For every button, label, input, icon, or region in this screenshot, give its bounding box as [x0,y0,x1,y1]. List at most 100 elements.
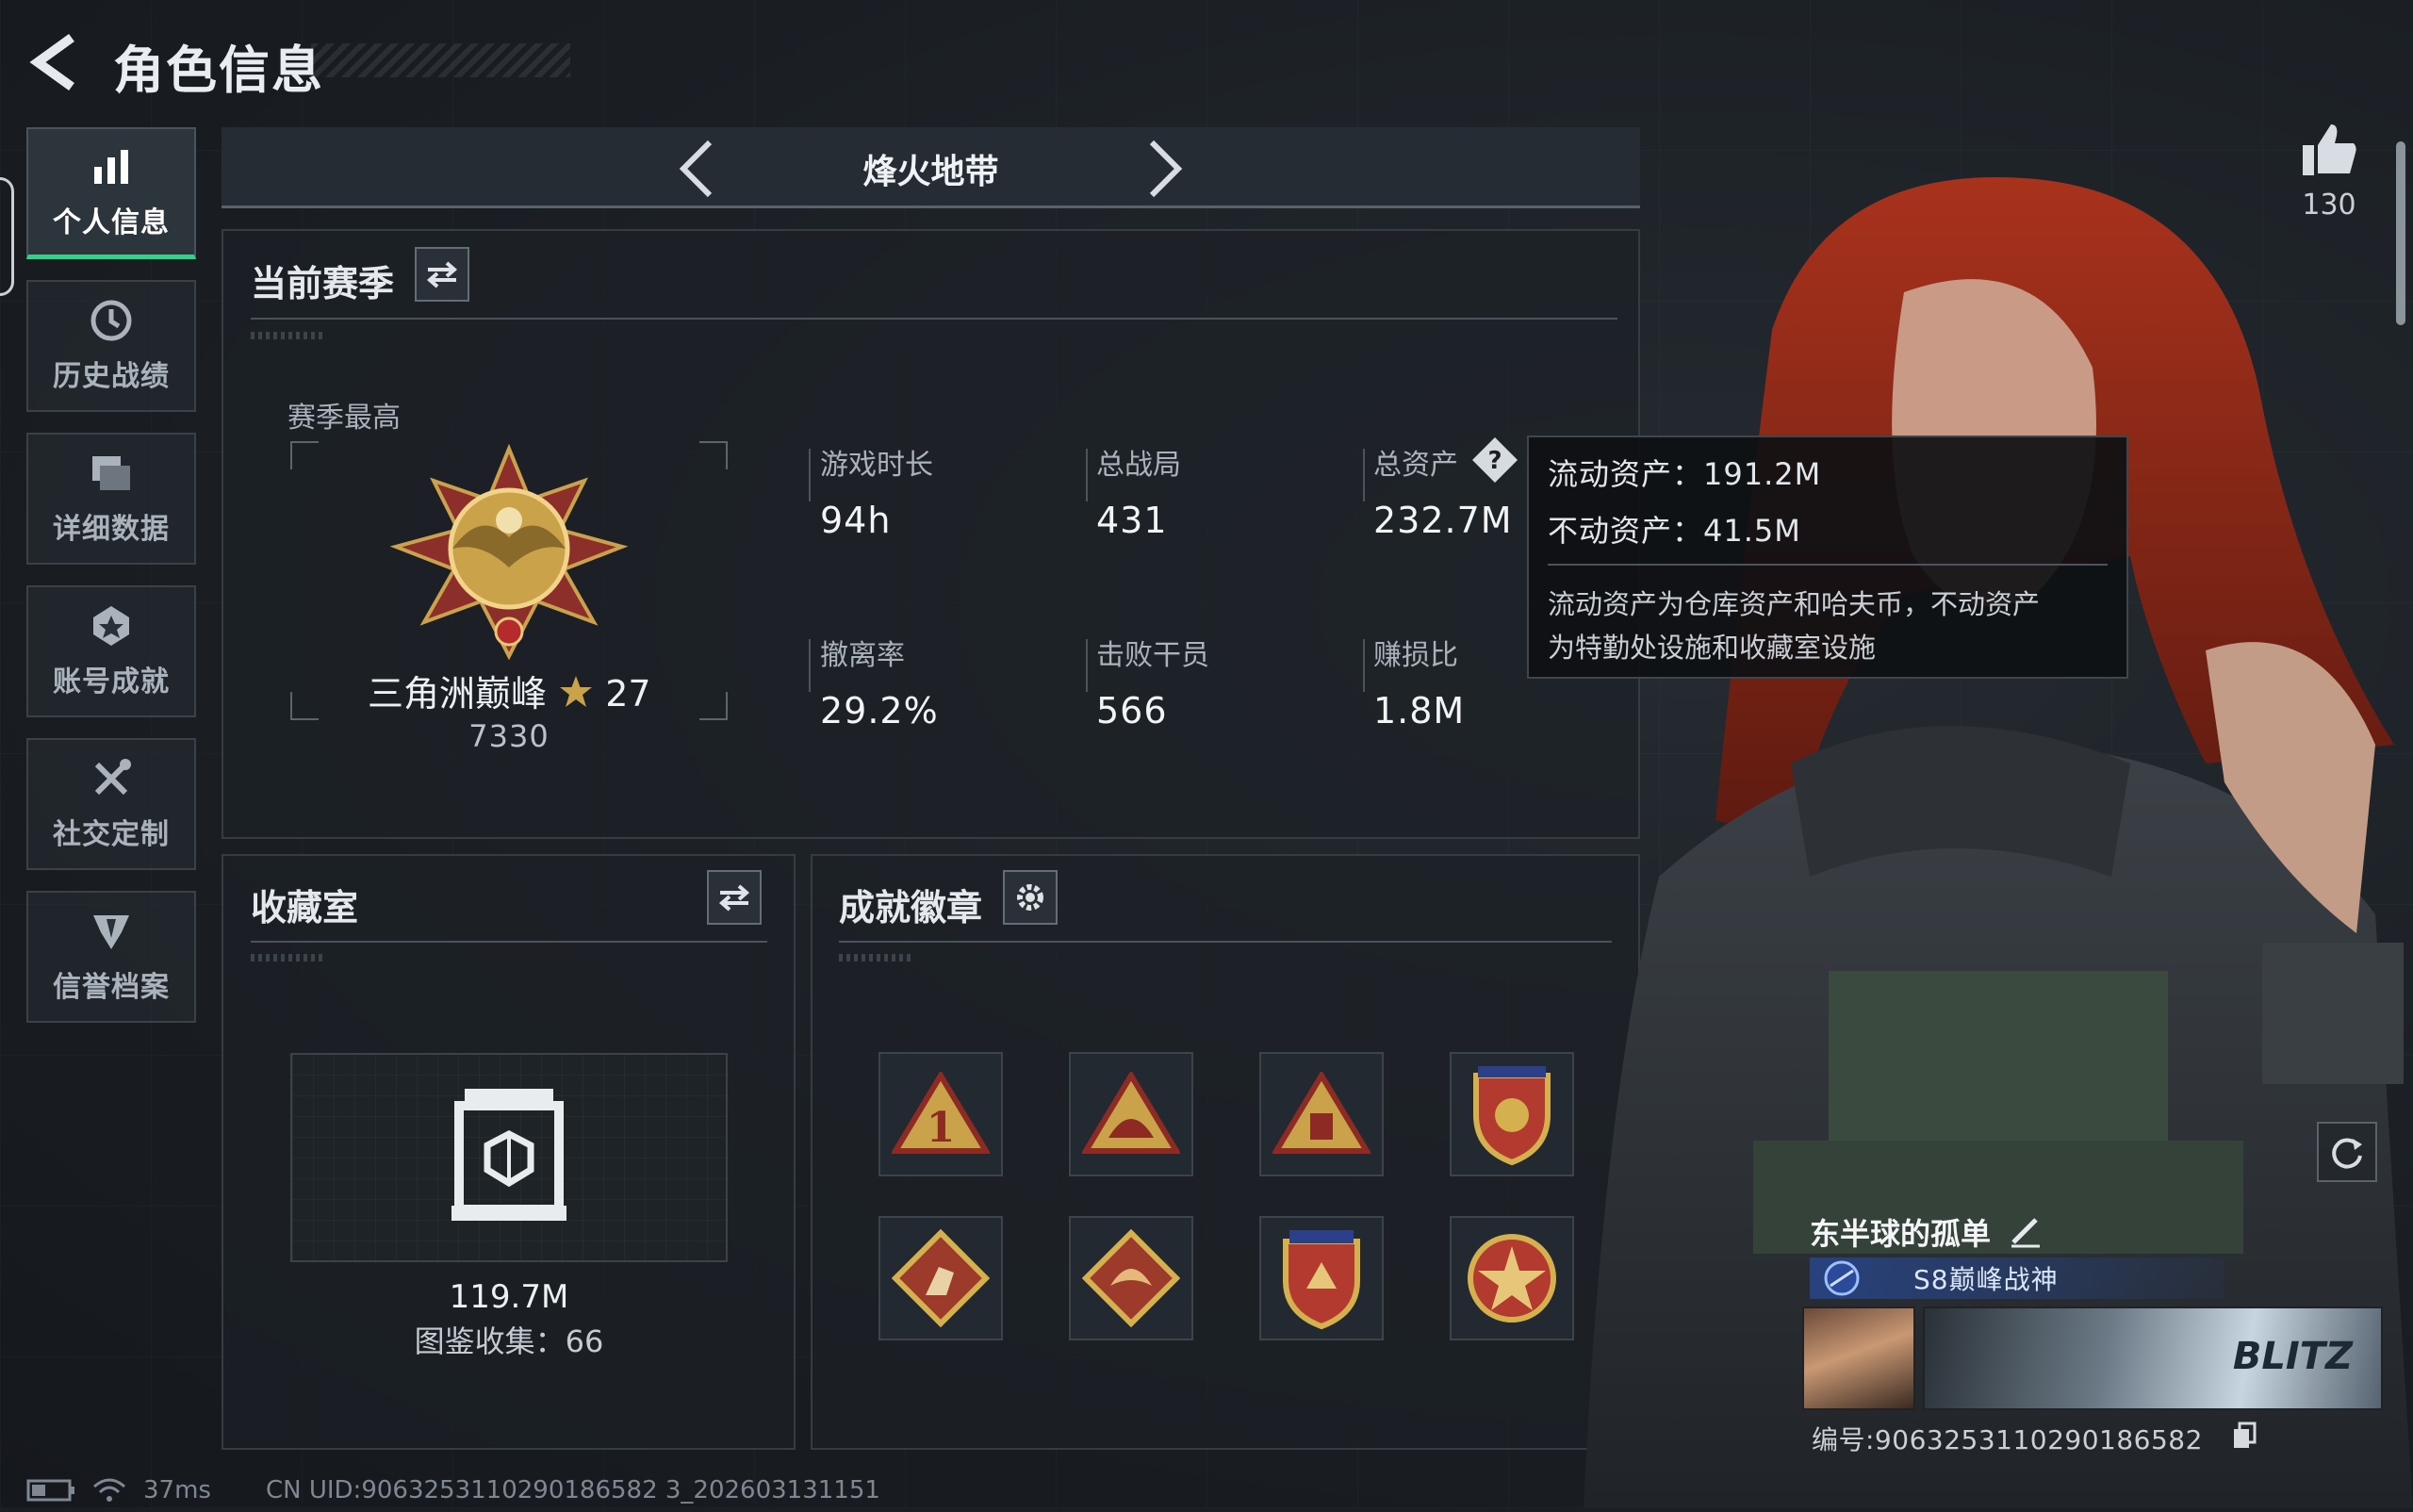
svg-text:?: ? [1487,447,1502,475]
player-name: 东半球的孤单 [1810,1216,1992,1252]
tooltip-liquid-assets: 流动资产：191.2M [1548,456,1822,492]
badge-7[interactable] [1259,1216,1384,1340]
back-arrow-icon[interactable] [26,32,83,92]
stat-value: 1.8M [1373,690,1466,731]
collection-swap-button[interactable] [707,870,762,925]
mode-label: 烽火地带 [862,153,999,191]
season-swap-button[interactable] [415,247,469,302]
thumbs-up-icon [2303,124,2356,175]
collection-preview[interactable] [290,1053,728,1262]
stat-label: 击败干员 [1096,639,1209,672]
sidebar-item-history[interactable]: 历史战绩 [26,280,196,412]
badges-divider [839,941,1612,943]
badge-2[interactable] [1069,1052,1193,1176]
rank-score: 7330 [468,718,550,754]
stat-label: 总战局 [1096,449,1181,482]
tooltip-fixed-assets: 不动资产：41.5M [1548,513,1801,549]
stat-play-time: 游戏时长 94h [820,441,933,541]
stat-kills: 击败干员 566 [1096,632,1209,731]
stat-value: 232.7M [1373,500,1513,541]
sidebar-item-label: 社交定制 [53,818,170,851]
badges-settings-button[interactable] [1003,870,1058,925]
collection-title: 收藏室 [251,887,359,929]
swap-icon [426,261,458,288]
stat-divider [1363,639,1365,692]
sidebar-item-credit[interactable]: 信誉档案 [26,891,196,1023]
sidebar: 个人信息 历史战绩 详细数据 账号成就 社交定制 信誉档案 [26,127,200,1044]
stat-label: 赚损比 [1373,639,1458,672]
sidebar-item-achievements[interactable]: 账号成就 [26,585,196,717]
shield-badge-icon [1473,1066,1551,1166]
side-tab-marker [0,177,14,296]
page-title: 角色信息 [113,41,324,100]
sidebar-item-label: 历史战绩 [53,360,170,393]
wifi-icon [93,1478,125,1502]
sidebar-item-details[interactable]: 详细数据 [26,433,196,565]
display-case-icon [448,1085,570,1230]
folder-icon [89,451,134,496]
swap-icon [718,884,750,912]
badge-5[interactable] [878,1216,1003,1340]
sidebar-item-social[interactable]: 社交定制 [26,738,196,870]
next-mode-arrow-icon[interactable] [1141,139,1188,199]
bar-chart-icon [89,144,134,189]
badge-6[interactable] [1069,1216,1193,1340]
rank-name: 三角洲巅峰 27 [368,665,651,718]
triangle-bag-badge-icon [1272,1072,1371,1154]
help-icon[interactable]: ? [1470,436,1519,485]
title-decoration [311,43,570,77]
badge-3[interactable] [1259,1052,1384,1176]
stat-value: 431 [1096,500,1168,541]
mode-selector: 烽火地带 [222,127,1640,208]
stat-divider [1086,639,1088,692]
season-best-label: 赛季最高 [287,402,401,435]
player-title: S8巅峰战神 [1913,1264,2059,1295]
sidebar-item-label: 信誉档案 [53,971,170,1004]
status-bar: 37ms CN UID:9063253110290186582 3_202603… [26,1476,880,1504]
season-title: 当前赛季 [251,263,395,304]
uid-text: CN UID:9063253110290186582 3_20260313115… [265,1476,880,1504]
svg-text:1: 1 [927,1104,956,1152]
stat-label: 游戏时长 [820,449,933,482]
rank-name-text: 三角洲巅峰 [368,673,548,715]
stat-value: 29.2% [820,690,939,731]
sidebar-item-label: 账号成就 [53,666,170,698]
assets-tooltip: 流动资产：191.2M 不动资产：41.5M 流动资产为仓库资产和哈夫币，不动资… [1527,436,2128,679]
player-title-badge: S8巅峰战神 [1810,1257,2224,1299]
scrollbar[interactable] [2396,141,2405,325]
title-emblem-icon [1824,1260,1860,1296]
like-button[interactable]: 130 [2296,119,2362,232]
stat-divider [1086,449,1088,501]
diamond-runner-badge-icon [892,1229,990,1327]
tooltip-description-line-1: 流动资产为仓库资产和哈夫币，不动资产 [1548,588,2041,620]
decoration [251,954,326,961]
tooltip-description-line-2: 为特勤处设施和收藏室设施 [1548,632,1877,664]
avatar[interactable] [1802,1307,1915,1410]
refresh-icon [2332,1138,2362,1169]
player-id: 编号:9063253110290186582 [1812,1424,2203,1455]
history-icon [89,298,134,343]
like-count: 130 [2302,189,2356,222]
badge-1[interactable]: 1 [878,1052,1003,1176]
decoration [251,332,326,339]
sidebar-item-personal-info[interactable]: 个人信息 [26,127,196,259]
sidebar-item-label: 个人信息 [53,205,170,239]
edit-name-icon[interactable] [2008,1212,2044,1248]
collection-count: 图鉴收集：66 [414,1323,604,1359]
collection-divider [251,941,767,943]
rank-stars-count: 27 [605,673,651,715]
gear-icon [1017,884,1043,911]
banner-text: BLITZ [2232,1335,2353,1378]
season-divider [251,318,1617,320]
stat-divider [809,449,811,501]
player-banner: BLITZ [1923,1307,2383,1410]
sidebar-item-label: 详细数据 [53,513,170,546]
stat-total-matches: 总战局 431 [1096,441,1181,541]
stat-value: 566 [1096,690,1168,731]
star-icon [558,674,594,718]
achievement-icon [89,603,134,649]
rotate-button[interactable] [2317,1122,2377,1182]
triangle-helmet-badge-icon [1082,1072,1180,1154]
stat-label: 撤离率 [820,639,905,672]
copy-icon[interactable] [2232,1422,2257,1450]
